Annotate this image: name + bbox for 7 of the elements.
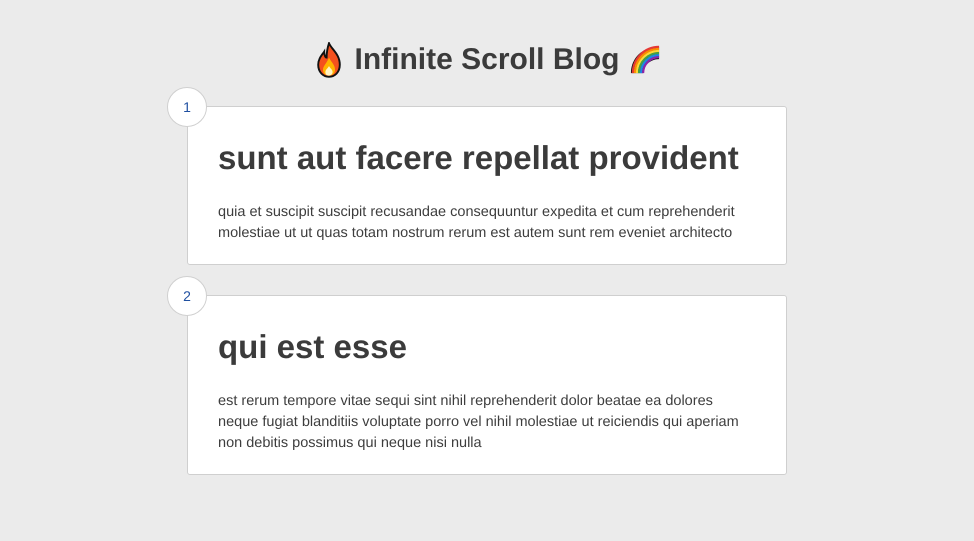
- post-number: 1: [167, 87, 207, 127]
- post-body: est rerum tempore vitae sequi sint nihil reprehenderit dolor beatae ea dolores neque fugiat blanditiis voluptate porro vel nihil molestiae ut reiciendis qui aperiam non debitis possimus qui neque nisi nulla: [218, 392, 740, 453]
- post-title: qui est esse: [218, 327, 408, 367]
- post-body: quia et suscipit suscipit recusandae consequuntur expedita et cum reprehenderit molestiae ut ut quas totam nostrum rerum est autem sunt rem eveniet architecto: [218, 203, 736, 243]
- post-number: 2: [167, 276, 207, 316]
- post-title: sunt aut facere repellat provident: [218, 138, 740, 178]
- blog-title: Infinite Scroll Blog: [354, 43, 620, 77]
